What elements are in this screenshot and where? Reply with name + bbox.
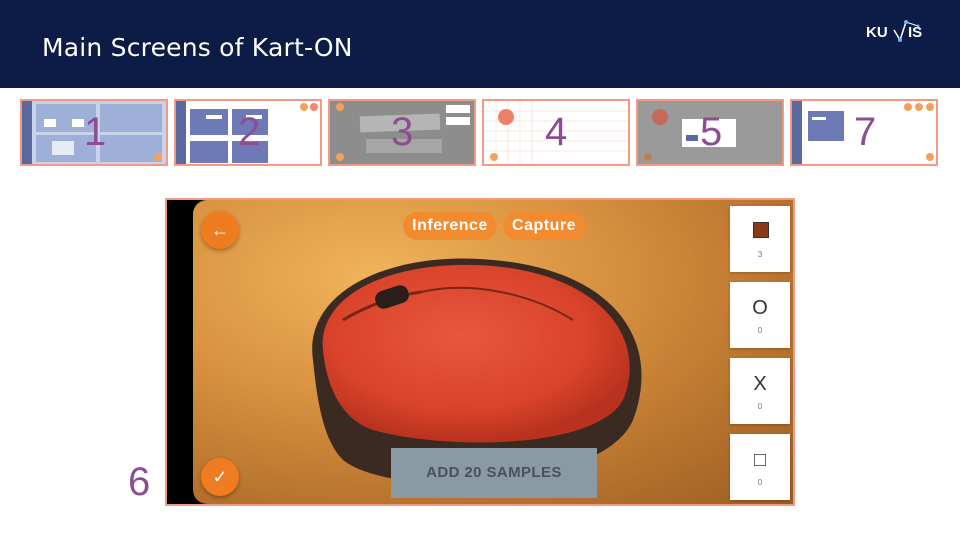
kuis-logo: KU IS (864, 18, 940, 46)
thumbnail-number-4: 4 (545, 110, 568, 154)
thumbnail-number-5: 5 (700, 110, 723, 154)
check-icon: ✓ (212, 467, 228, 487)
add-samples-button[interactable]: ADD 20 SAMPLES (391, 448, 597, 498)
thumbnail-number-3: 3 (391, 110, 414, 154)
main-screen-capture: ← ✓ Inference Capture ADD 20 SAMPLES 3 O… (165, 198, 795, 506)
x-icon: X (753, 373, 767, 395)
class-card-sample[interactable]: 3 (730, 206, 790, 272)
arrow-left-icon: ← (211, 220, 229, 240)
class-count: 0 (757, 326, 763, 335)
slide-header: Main Screens of Kart-ON KU IS (0, 0, 960, 88)
logo-constellation-icon: KU IS (866, 20, 922, 42)
slide-title: Main Screens of Kart-ON (42, 33, 353, 62)
svg-text:KU: KU (866, 24, 888, 41)
tab-inference[interactable]: Inference (403, 212, 497, 240)
class-card-x[interactable]: X 0 (730, 358, 790, 424)
class-count: 0 (757, 478, 763, 487)
sample-image-icon (753, 222, 769, 238)
class-count: 3 (757, 250, 763, 259)
thumbnail-number-1: 1 (84, 110, 107, 154)
svg-text:IS: IS (908, 24, 922, 41)
class-count: 0 (757, 402, 763, 411)
thumbnail-number-2: 2 (238, 110, 261, 154)
class-card-square[interactable]: □ 0 (730, 434, 790, 500)
main-screen-number: 6 (128, 460, 151, 504)
thumbnail-number-7: 7 (854, 110, 877, 154)
tab-capture[interactable]: Capture (503, 212, 585, 240)
square-icon: □ (753, 449, 767, 471)
back-button[interactable]: ← (201, 211, 239, 249)
class-card-circle[interactable]: O 0 (730, 282, 790, 348)
circle-icon: O (752, 297, 768, 319)
confirm-button[interactable]: ✓ (201, 458, 239, 496)
